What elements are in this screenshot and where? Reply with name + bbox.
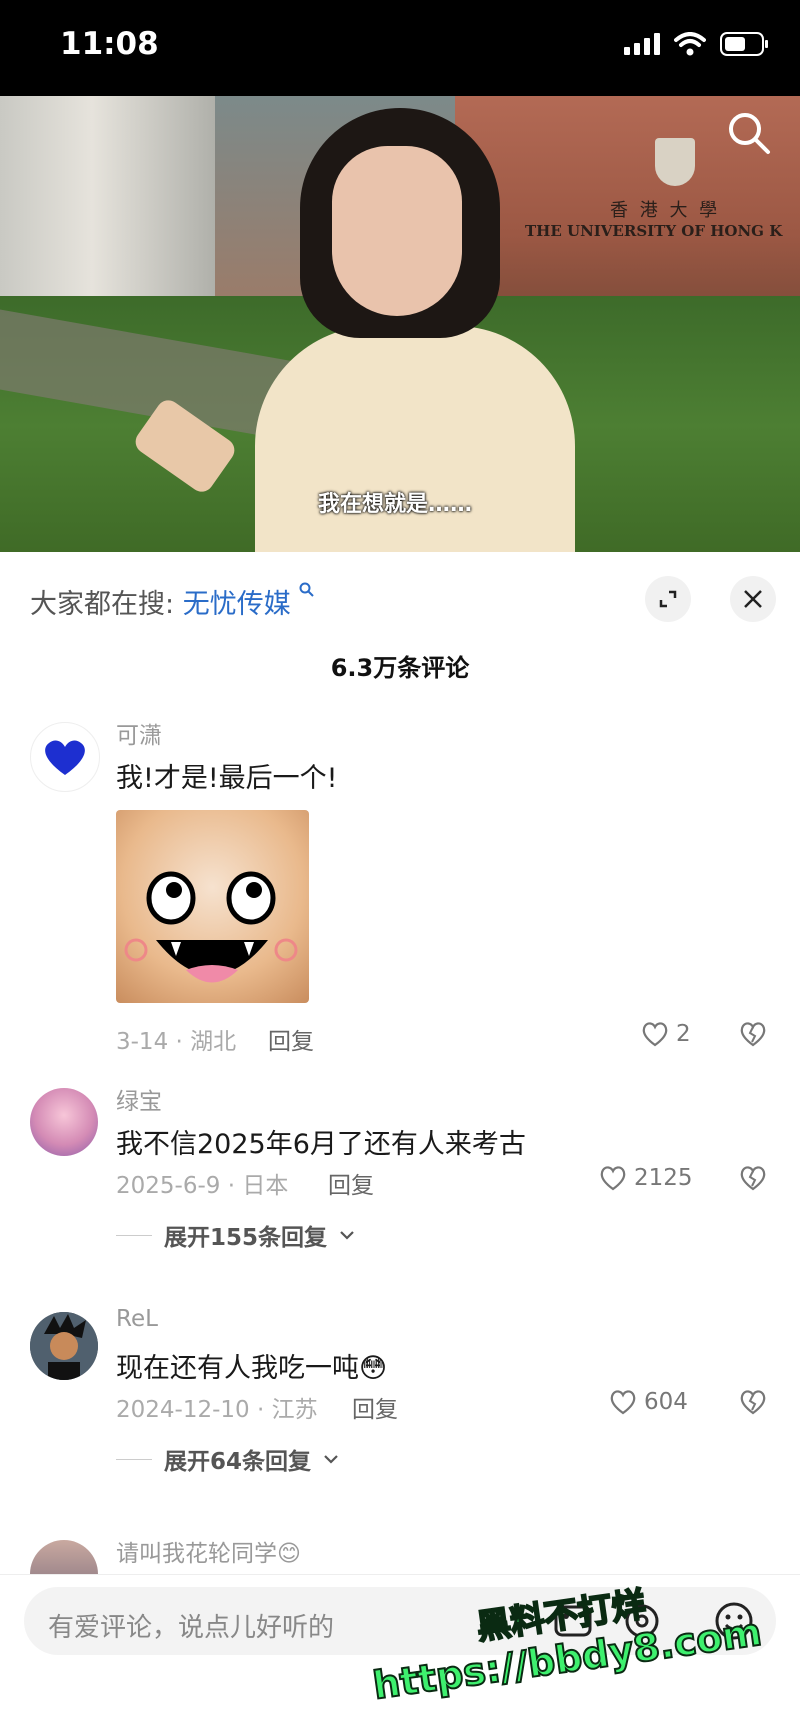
- like-button[interactable]: 604: [608, 1388, 688, 1416]
- hot-search-prefix: 大家都在搜:: [30, 589, 175, 620]
- university-crest-icon: [655, 138, 695, 186]
- like-button[interactable]: 2125: [598, 1164, 693, 1192]
- status-time: 11:08: [60, 26, 159, 62]
- reply-button[interactable]: 回复: [268, 1022, 314, 1056]
- battery-icon: [720, 32, 768, 56]
- sign-english: THE UNIVERSITY OF HONG K: [525, 222, 783, 240]
- comment-sticker-image[interactable]: [116, 810, 309, 1003]
- expand-replies-button[interactable]: 展开64条回复: [116, 1442, 339, 1476]
- cat-face-sticker-icon: [124, 871, 298, 983]
- reply-button[interactable]: 回复: [352, 1390, 398, 1424]
- comment-author[interactable]: 绿宝: [116, 1082, 162, 1116]
- status-bar: 11:08: [0, 0, 800, 96]
- dislike-button[interactable]: [738, 1020, 768, 1052]
- close-sheet-button[interactable]: [730, 576, 776, 622]
- dislike-button[interactable]: [738, 1388, 768, 1420]
- expand-replies-button[interactable]: 展开155条回复: [116, 1218, 355, 1252]
- dislike-button[interactable]: [738, 1164, 768, 1196]
- comment-author[interactable]: ReL: [116, 1306, 158, 1332]
- comment-date-location: 2025-6-9 · 日本: [116, 1173, 289, 1199]
- search-icon[interactable]: [726, 110, 772, 156]
- like-button[interactable]: 2: [640, 1020, 691, 1048]
- blue-heart-icon: [45, 740, 85, 775]
- smile-emoji-icon: 😊: [277, 1541, 301, 1567]
- expand-sheet-button[interactable]: [645, 576, 691, 622]
- reply-button[interactable]: 回复: [328, 1166, 374, 1200]
- hot-search-keyword[interactable]: 无忧传媒: [183, 589, 291, 620]
- video-background-building: [0, 96, 230, 326]
- comment-count: 6.3万条评论: [330, 654, 470, 682]
- expand-icon: [659, 590, 677, 608]
- comment-date-location: 2024-12-10 · 江苏: [116, 1397, 318, 1423]
- comment-author[interactable]: 可潇: [116, 716, 162, 750]
- avatar[interactable]: [30, 722, 100, 792]
- avatar[interactable]: [30, 1312, 98, 1380]
- comment-text: 现在还有人我吃一吨😳: [116, 1353, 388, 1384]
- comment-text: 我不信2025年6月了还有人来考古: [116, 1129, 526, 1160]
- heart-outline-icon: [610, 1390, 636, 1415]
- video-subtitle: 我在想就是……: [318, 492, 473, 517]
- comment-text: 我!才是!最后一个!: [116, 763, 338, 794]
- expand-replies-label: 展开155条回复: [164, 1225, 328, 1251]
- heart-outline-icon: [600, 1166, 626, 1191]
- hot-search[interactable]: 大家都在搜: 无忧传媒: [30, 582, 315, 621]
- comment-date-location: 3-14 · 湖北: [116, 1029, 237, 1055]
- cartoon-avatar-icon: [30, 1312, 98, 1380]
- like-count: 2: [676, 1021, 691, 1047]
- comment-author[interactable]: 请叫我花轮同学😊: [116, 1534, 301, 1568]
- chevron-down-icon: [324, 1455, 338, 1464]
- like-count: 2125: [634, 1165, 693, 1191]
- broken-heart-icon: [740, 1166, 766, 1191]
- broken-heart-icon: [740, 1390, 766, 1415]
- sign-chinese: 香 港 大 學: [610, 200, 721, 221]
- cellular-signal-icon: [624, 33, 660, 55]
- expand-replies-label: 展开64条回复: [164, 1449, 312, 1475]
- heart-outline-icon: [642, 1022, 668, 1047]
- comment-sheet: 大家都在搜: 无忧传媒 6.3万条评论 可潇 我!才是!最后一个! 3-14 ·…: [0, 552, 800, 1731]
- broken-heart-icon: [740, 1022, 766, 1047]
- comment-input-placeholder: 有爱评论，说点儿好听的: [48, 1613, 335, 1643]
- avatar[interactable]: [30, 1088, 98, 1156]
- chevron-down-icon: [340, 1231, 354, 1240]
- like-count: 604: [644, 1389, 688, 1415]
- wifi-icon: [674, 32, 706, 56]
- close-icon: [744, 590, 762, 608]
- small-search-icon: [299, 582, 315, 597]
- video-player[interactable]: 香 港 大 學 THE UNIVERSITY OF HONG K 我在想就是……: [0, 96, 800, 552]
- person-figure: [255, 326, 575, 552]
- flushed-emoji-icon: 😳: [359, 1353, 388, 1384]
